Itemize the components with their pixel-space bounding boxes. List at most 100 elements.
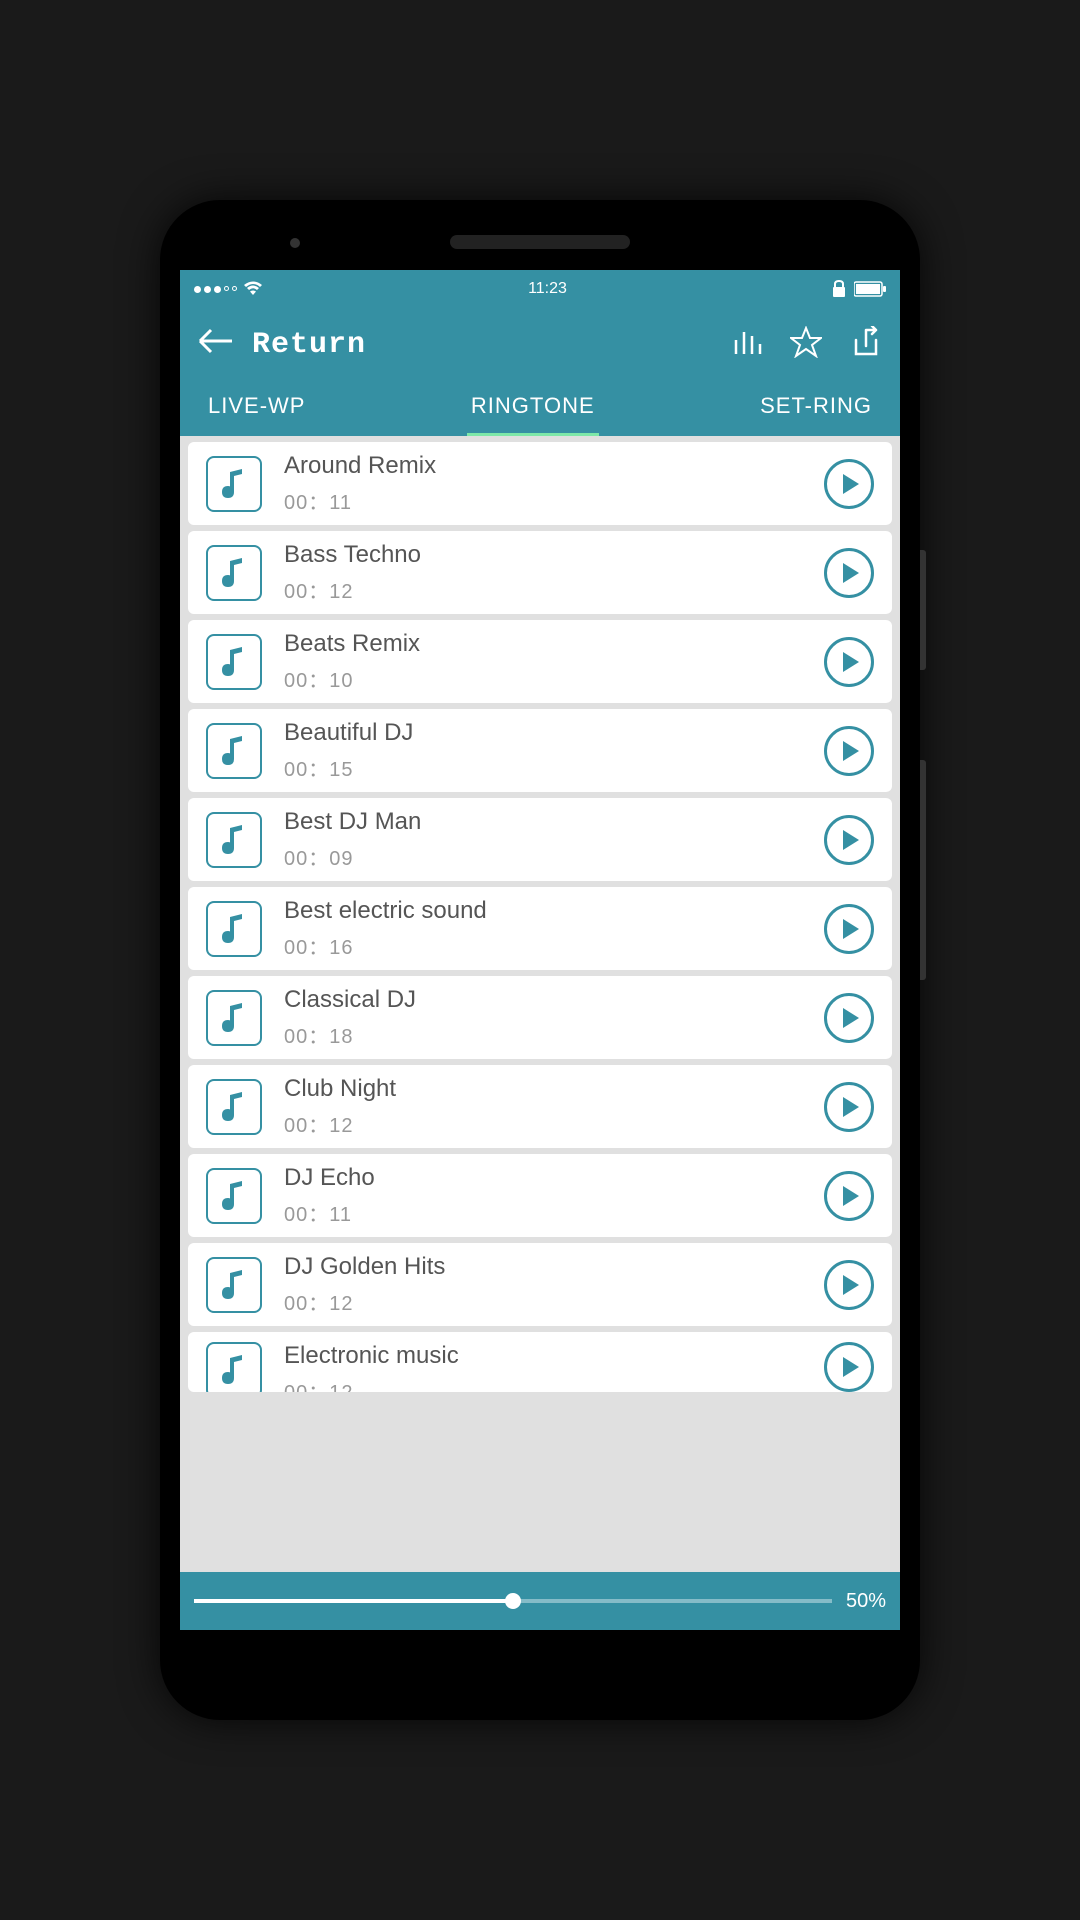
ringtone-duration: 00：12 xyxy=(284,1287,802,1316)
music-icon-box xyxy=(206,1079,262,1135)
play-button[interactable] xyxy=(824,637,874,687)
music-icon-box xyxy=(206,990,262,1046)
ringtone-duration: 00：09 xyxy=(284,842,802,871)
play-icon xyxy=(843,563,859,583)
music-note-icon xyxy=(216,1178,252,1214)
music-icon-box xyxy=(206,1168,262,1224)
lock-icon xyxy=(832,280,846,298)
music-icon-box xyxy=(206,812,262,868)
tab-set-ring[interactable]: SET-RING xyxy=(756,393,876,436)
tab-ringtone[interactable]: RINGTONE xyxy=(467,393,599,436)
play-icon xyxy=(843,741,859,761)
ringtone-title: Beats Remix xyxy=(284,630,802,658)
ringtone-info: Electronic music00：12 xyxy=(284,1342,802,1392)
music-note-icon xyxy=(216,1089,252,1125)
ringtone-duration: 00：16 xyxy=(284,931,802,960)
ringtone-duration: 00：12 xyxy=(284,1109,802,1138)
play-icon xyxy=(843,1008,859,1028)
music-note-icon xyxy=(216,1352,252,1388)
music-note-icon xyxy=(216,644,252,680)
phone-frame: 11:23 Return xyxy=(160,200,920,1720)
arrow-left-icon xyxy=(198,328,234,354)
share-icon xyxy=(850,326,882,358)
ringtone-item[interactable]: Beautiful DJ00：15 xyxy=(188,709,892,792)
ringtone-info: DJ Echo00：11 xyxy=(284,1164,802,1227)
ringtone-duration: 00：18 xyxy=(284,1020,802,1049)
phone-side-button xyxy=(920,760,926,980)
ringtone-title: DJ Echo xyxy=(284,1164,802,1192)
status-time: 11:23 xyxy=(528,280,567,298)
header-actions xyxy=(730,326,882,363)
ringtone-title: Best electric sound xyxy=(284,897,802,925)
ringtone-info: Best DJ Man00：09 xyxy=(284,808,802,871)
ringtone-duration: 00：12 xyxy=(284,575,802,604)
play-button[interactable] xyxy=(824,1260,874,1310)
ringtone-duration: 00：12 xyxy=(284,1376,802,1392)
signal-dots-icon xyxy=(194,286,237,293)
music-icon-box xyxy=(206,723,262,779)
ringtone-item[interactable]: Beats Remix00：10 xyxy=(188,620,892,703)
music-icon-box xyxy=(206,1342,262,1392)
status-right xyxy=(832,280,886,298)
slider-thumb[interactable] xyxy=(505,1593,521,1609)
play-button[interactable] xyxy=(824,1342,874,1392)
music-note-icon xyxy=(216,1267,252,1303)
ringtone-info: Around Remix 00：11 xyxy=(284,452,802,515)
music-icon-box xyxy=(206,634,262,690)
play-button[interactable] xyxy=(824,1082,874,1132)
ringtone-item[interactable]: Bass Techno 00：12 xyxy=(188,531,892,614)
play-button[interactable] xyxy=(824,1171,874,1221)
ringtone-item[interactable]: DJ Golden Hits00：12 xyxy=(188,1243,892,1326)
phone-side-button xyxy=(920,550,926,670)
ringtone-list[interactable]: Around Remix 00：11 Bass Techno 00：12 Beats R… xyxy=(180,436,900,1572)
play-icon xyxy=(843,474,859,494)
ringtone-item[interactable]: Classical DJ00：18 xyxy=(188,976,892,1059)
music-note-icon xyxy=(216,822,252,858)
ringtone-title: Club Night xyxy=(284,1075,802,1103)
status-bar: 11:23 xyxy=(180,270,900,308)
tab-bar: LIVE-WP RINGTONE SET-RING xyxy=(198,393,882,436)
share-button[interactable] xyxy=(850,326,882,363)
ringtone-title: Bass Techno xyxy=(284,541,802,569)
ringtone-info: Club Night 00：12 xyxy=(284,1075,802,1138)
ringtone-item[interactable]: Best electric sound 00：16 xyxy=(188,887,892,970)
play-button[interactable] xyxy=(824,815,874,865)
back-button[interactable] xyxy=(198,328,234,361)
ringtone-item[interactable]: Club Night 00：12 xyxy=(188,1065,892,1148)
ringtone-info: Classical DJ00：18 xyxy=(284,986,802,1049)
footer-slider-bar: 50% xyxy=(180,1572,900,1630)
ringtone-info: Best electric sound 00：16 xyxy=(284,897,802,960)
ringtone-info: Beautiful DJ00：15 xyxy=(284,719,802,782)
play-button[interactable] xyxy=(824,904,874,954)
play-icon xyxy=(843,652,859,672)
battery-icon xyxy=(854,281,886,297)
tab-live-wp[interactable]: LIVE-WP xyxy=(204,393,309,436)
play-button[interactable] xyxy=(824,726,874,776)
favorite-button[interactable] xyxy=(790,326,822,363)
ringtone-item[interactable]: Electronic music00：12 xyxy=(188,1332,892,1392)
ringtone-info: DJ Golden Hits00：12 xyxy=(284,1253,802,1316)
play-icon xyxy=(843,1275,859,1295)
header-top: Return xyxy=(198,326,882,363)
star-icon xyxy=(790,326,822,358)
ringtone-duration: 00：11 xyxy=(284,486,802,515)
phone-camera xyxy=(290,238,300,248)
progress-slider[interactable] xyxy=(194,1599,832,1603)
music-icon-box xyxy=(206,1257,262,1313)
play-button[interactable] xyxy=(824,459,874,509)
ringtone-item[interactable]: Best DJ Man00：09 xyxy=(188,798,892,881)
ringtone-item[interactable]: DJ Echo00：11 xyxy=(188,1154,892,1237)
ringtone-title: Around Remix xyxy=(284,452,802,480)
music-icon-box xyxy=(206,901,262,957)
music-note-icon xyxy=(216,466,252,502)
equalizer-button[interactable] xyxy=(730,326,762,363)
status-left xyxy=(194,281,263,297)
ringtone-info: Beats Remix00：10 xyxy=(284,630,802,693)
ringtone-item[interactable]: Around Remix 00：11 xyxy=(188,442,892,525)
music-note-icon xyxy=(216,733,252,769)
play-icon xyxy=(843,1357,859,1377)
music-icon-box xyxy=(206,456,262,512)
music-note-icon xyxy=(216,555,252,591)
play-button[interactable] xyxy=(824,548,874,598)
play-button[interactable] xyxy=(824,993,874,1043)
